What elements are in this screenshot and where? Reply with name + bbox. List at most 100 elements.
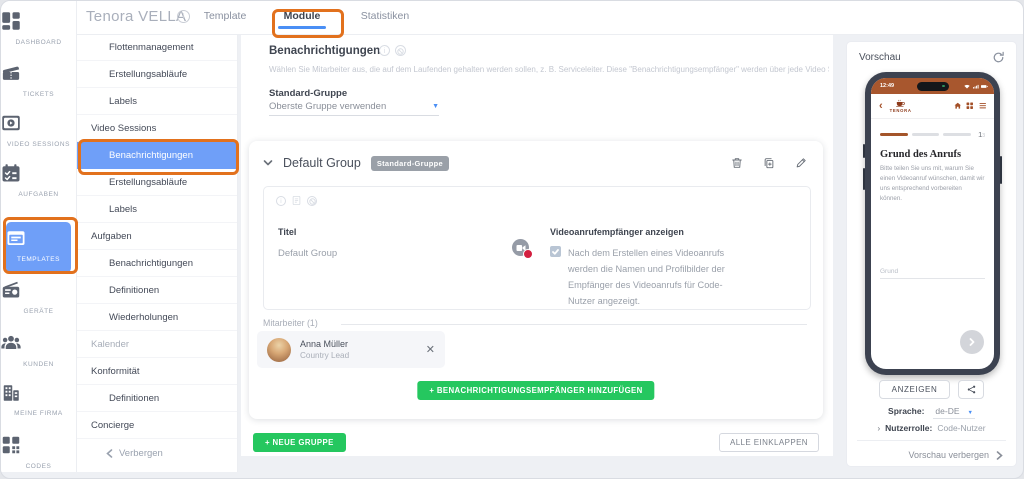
note-icon[interactable] bbox=[292, 195, 301, 206]
progress-segment bbox=[943, 133, 971, 136]
new-group-button[interactable]: + NEUE GRUPPE bbox=[253, 433, 346, 452]
page-title: Tenora VELLA bbox=[86, 8, 186, 25]
next-fab-button[interactable] bbox=[960, 330, 984, 354]
section-title: Benachrichtigungen bbox=[269, 45, 380, 57]
sidebar-item-meine-firma[interactable]: MEINE FIRMA bbox=[1, 382, 76, 420]
tickets-icon bbox=[1, 63, 76, 83]
sidebar-item-video-sessions[interactable]: VIDEO SESSIONS bbox=[1, 113, 76, 151]
section-title-icons: i bbox=[379, 45, 406, 56]
sidebar-item-label: TEMPLATES bbox=[17, 256, 60, 263]
reason-input[interactable]: Grund bbox=[880, 268, 985, 279]
copy-icon[interactable] bbox=[763, 157, 775, 169]
language-row: Sprache: de-DE ▼ bbox=[847, 406, 1016, 419]
chevron-right-icon: › bbox=[877, 424, 880, 433]
sidebar-item-tickets[interactable]: TICKETS bbox=[1, 63, 76, 101]
nav-item-flottenmanagement[interactable]: Flottenmanagement bbox=[76, 34, 237, 61]
nav-collapse-button[interactable]: Verbergen bbox=[76, 439, 237, 467]
home-icon[interactable] bbox=[954, 102, 962, 110]
hide-preview-link[interactable]: Vorschau verbergen bbox=[908, 450, 1003, 460]
tab-template[interactable]: Template bbox=[202, 1, 248, 32]
pencil-icon[interactable] bbox=[795, 157, 807, 169]
sidebar-item-dashboard[interactable]: DASHBOARD bbox=[1, 11, 76, 49]
tab-statistiken[interactable]: Statistiken bbox=[354, 1, 416, 32]
close-icon[interactable]: ✕ bbox=[426, 343, 435, 356]
nav-collapse-label: Verbergen bbox=[119, 448, 163, 459]
divider bbox=[341, 324, 807, 325]
cup-logo-icon bbox=[895, 99, 906, 107]
nav-section-aufgaben[interactable]: Aufgaben bbox=[76, 223, 237, 250]
step-indicator: 13 bbox=[978, 130, 985, 139]
group-mini-icons: i bbox=[276, 195, 317, 206]
sidebar-item-label: GERÄTE bbox=[23, 308, 53, 315]
nav-item-benachrichtigungen[interactable]: Benachrichtigungen bbox=[76, 142, 237, 169]
show-button[interactable]: ANZEIGEN bbox=[879, 380, 951, 399]
menu-icon[interactable] bbox=[979, 102, 987, 110]
section-description: Wählen Sie Mitarbeiter aus, die auf dem … bbox=[269, 65, 829, 74]
info-icon[interactable]: i bbox=[177, 10, 190, 23]
collapse-all-button[interactable]: ALLE EINKLAPPEN bbox=[719, 433, 819, 452]
step-progress: 13 bbox=[880, 130, 985, 139]
language-label: Sprache: bbox=[888, 406, 924, 416]
sidebar-item-codes[interactable]: CODES bbox=[1, 435, 76, 473]
sidebar-item-label: KUNDEN bbox=[23, 361, 54, 368]
icon-sidebar: DASHBOARD TICKETS VIDEO SESSIONS AUFGABE… bbox=[1, 1, 77, 472]
chevron-down-icon[interactable] bbox=[263, 158, 273, 168]
info-icon[interactable]: i bbox=[276, 196, 286, 206]
module-content: Benachrichtigungen i Wählen Sie Mitarbei… bbox=[241, 34, 833, 456]
hide-preview-label: Vorschau verbergen bbox=[908, 450, 989, 460]
grid-icon[interactable] bbox=[966, 102, 974, 110]
standard-group-badge: Standard-Gruppe bbox=[371, 156, 449, 171]
group-card: Default Group Standard-Gruppe i Titel De… bbox=[249, 141, 823, 419]
chevron-down-icon: ▼ bbox=[432, 103, 439, 110]
user-role-row[interactable]: › Nutzerrolle: Code-Nutzer bbox=[847, 423, 1016, 433]
checkbox-checked[interactable] bbox=[550, 246, 561, 257]
video-recipients-description: Nach dem Erstellen eines Videoanrufs wer… bbox=[568, 245, 730, 309]
refresh-icon[interactable] bbox=[992, 51, 1005, 64]
mute-icon[interactable] bbox=[307, 196, 317, 206]
member-role: Country Lead bbox=[300, 351, 349, 360]
nav-section-konformitaet[interactable]: Konformität bbox=[76, 358, 237, 385]
video-sessions-icon bbox=[1, 113, 76, 133]
nav-section-concierge[interactable]: Concierge bbox=[76, 412, 237, 439]
nav-item-erstellungsablaeufe-2[interactable]: Erstellungsabläufe bbox=[76, 169, 237, 196]
mute-icon[interactable] bbox=[395, 45, 406, 56]
back-icon[interactable]: ‹ bbox=[879, 100, 883, 112]
geraete-icon bbox=[1, 280, 76, 300]
nav-item-benachrichtigungen-2[interactable]: Benachrichtigungen bbox=[76, 250, 237, 277]
nav-item-wiederholungen[interactable]: Wiederholungen bbox=[76, 304, 237, 331]
info-icon[interactable]: i bbox=[379, 45, 390, 56]
sidebar-item-geraete[interactable]: GERÄTE bbox=[1, 280, 76, 318]
sidebar-item-aufgaben[interactable]: AUFGABEN bbox=[1, 163, 76, 201]
standard-group-select[interactable]: Oberste Gruppe verwenden ▼ bbox=[269, 101, 439, 116]
share-button[interactable] bbox=[958, 380, 984, 399]
member-chip: Anna Müller Country Lead ✕ bbox=[257, 331, 445, 368]
share-icon bbox=[967, 385, 976, 394]
aufgaben-icon bbox=[1, 163, 76, 183]
tab-module[interactable]: Module bbox=[278, 1, 326, 32]
wifi-icon bbox=[964, 84, 970, 89]
nav-section-kalender[interactable]: Kalender bbox=[76, 331, 237, 358]
brand-logo: TENORA bbox=[890, 99, 912, 113]
status-time: 12:49 bbox=[880, 83, 894, 89]
preview-title: Vorschau bbox=[859, 52, 901, 63]
language-select[interactable]: de-DE ▼ bbox=[933, 406, 975, 419]
phone-screen: 12:49 ‹ TENORA bbox=[871, 78, 994, 369]
nav-section-video-sessions[interactable]: Video Sessions bbox=[76, 115, 237, 142]
nav-item-erstellungsablaeufe[interactable]: Erstellungsabläufe bbox=[76, 61, 237, 88]
sidebar-item-templates[interactable]: TEMPLATES bbox=[6, 222, 71, 273]
user-role-value: Code-Nutzer bbox=[937, 423, 985, 433]
sidebar-item-kunden[interactable]: KUNDEN bbox=[1, 333, 76, 371]
nav-item-definitionen[interactable]: Definitionen bbox=[76, 277, 237, 304]
group-title: Default Group bbox=[283, 156, 361, 170]
nav-item-labels[interactable]: Labels bbox=[76, 88, 237, 115]
progress-segment bbox=[912, 133, 940, 136]
chevron-left-icon bbox=[106, 449, 113, 458]
nav-item-definitionen-2[interactable]: Definitionen bbox=[76, 385, 237, 412]
trash-icon[interactable] bbox=[731, 157, 743, 169]
divider bbox=[857, 440, 1006, 441]
nav-item-labels-2[interactable]: Labels bbox=[76, 196, 237, 223]
add-recipient-button[interactable]: + BENACHRICHTIGUNGSEMPFÄNGER HINZUFÜGEN bbox=[417, 381, 654, 400]
avatar bbox=[267, 338, 291, 362]
chevron-down-icon: ▼ bbox=[968, 410, 973, 416]
sidebar-item-label: TICKETS bbox=[23, 91, 54, 98]
